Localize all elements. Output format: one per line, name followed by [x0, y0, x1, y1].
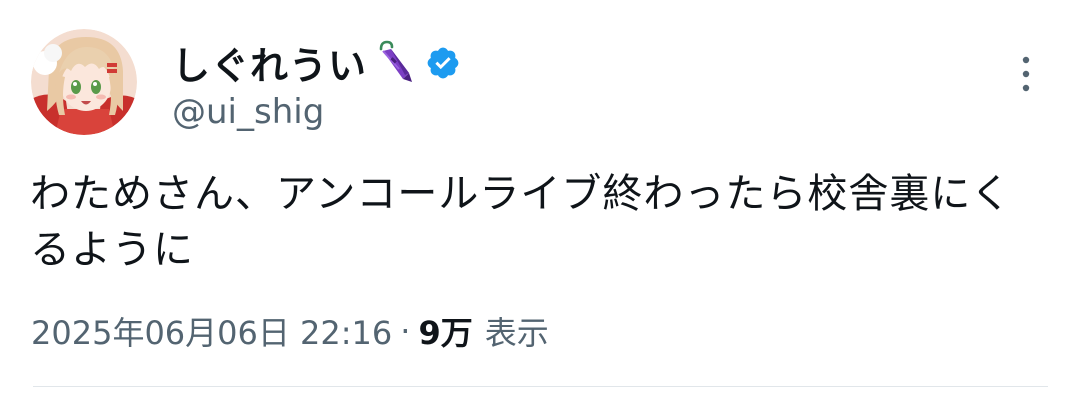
divider [33, 386, 1048, 387]
views-label: 表示 [484, 314, 549, 352]
author-handle[interactable]: @ui_shig [172, 92, 324, 132]
more-vertical-icon[interactable] [1008, 52, 1044, 96]
tweet-text: わためさん、アンコールライブ終わったら校舎裏にくるように [30, 171, 1012, 273]
author-name-row: しぐれうい [172, 34, 461, 90]
views-count: 9万 [418, 314, 473, 352]
display-name[interactable]: しぐれうい [172, 35, 367, 90]
meta-separator: · [400, 312, 411, 350]
tweet-card: しぐれうい @ui_shig わためさん、アンコールライブ終わったら校舎裏にくる… [0, 0, 1080, 400]
umbrella-icon [369, 39, 415, 85]
avatar[interactable] [31, 29, 137, 135]
avatar-image [31, 29, 137, 135]
verified-badge-icon[interactable] [425, 45, 461, 81]
tweet-meta: 2025年06月06日 22:16 · 9万 表示 [31, 306, 549, 356]
tweet-timestamp[interactable]: 2025年06月06日 22:16 [31, 308, 392, 354]
